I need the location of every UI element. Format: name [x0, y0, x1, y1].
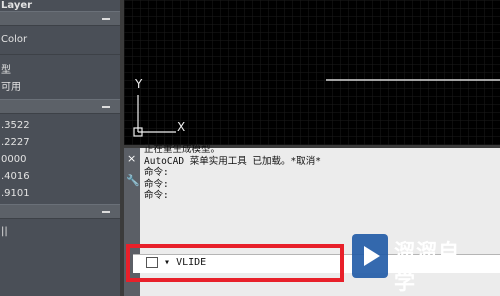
history-line: 命令:: [144, 167, 169, 178]
command-history: 正在重生成模型。 AutoCAD 菜单实用工具 已加载。*取消* 命令: 命令:…: [144, 144, 496, 202]
highlight-box: [126, 244, 344, 282]
section-header-misc[interactable]: [0, 204, 120, 219]
property-value[interactable]: 0000: [0, 152, 120, 167]
watermark-logo: 溜溜自学 ZIXUE.3D66.COM: [352, 232, 472, 294]
ucs-x-label: X: [177, 120, 186, 134]
divider: [0, 54, 120, 55]
collapse-icon[interactable]: [102, 18, 110, 20]
property-value[interactable]: .4016: [0, 169, 120, 184]
section-header-geometry[interactable]: [0, 99, 120, 114]
section-header-general[interactable]: [0, 11, 120, 26]
watermark-url: ZIXUE.3D66.COM: [396, 266, 466, 275]
ucs-y-label: Y: [135, 77, 143, 91]
history-line: 命令:: [144, 190, 169, 201]
color-label: Color: [1, 34, 28, 45]
property-value[interactable]: .3522: [0, 118, 120, 133]
properties-palette: Layer Color 型 可用 .3522 .2227 0000 .4016 …: [0, 0, 120, 296]
collapse-icon[interactable]: [102, 211, 110, 213]
close-icon[interactable]: ×: [127, 152, 136, 165]
property-value[interactable]: .2227: [0, 135, 120, 150]
available-label: 可用: [1, 82, 21, 93]
history-line: AutoCAD 菜单实用工具 已加载。*取消*: [144, 155, 321, 167]
property-value[interactable]: .9101: [0, 186, 120, 201]
wrench-icon[interactable]: 🔧: [126, 174, 140, 187]
history-line: 正在重生成模型。: [144, 144, 221, 155]
drawing-canvas[interactable]: Y X: [124, 0, 500, 145]
history-line: 命令:: [144, 178, 169, 190]
linetype-label: 型: [1, 65, 11, 76]
collapse-icon[interactable]: [102, 106, 110, 108]
property-value[interactable]: ||: [0, 224, 120, 239]
